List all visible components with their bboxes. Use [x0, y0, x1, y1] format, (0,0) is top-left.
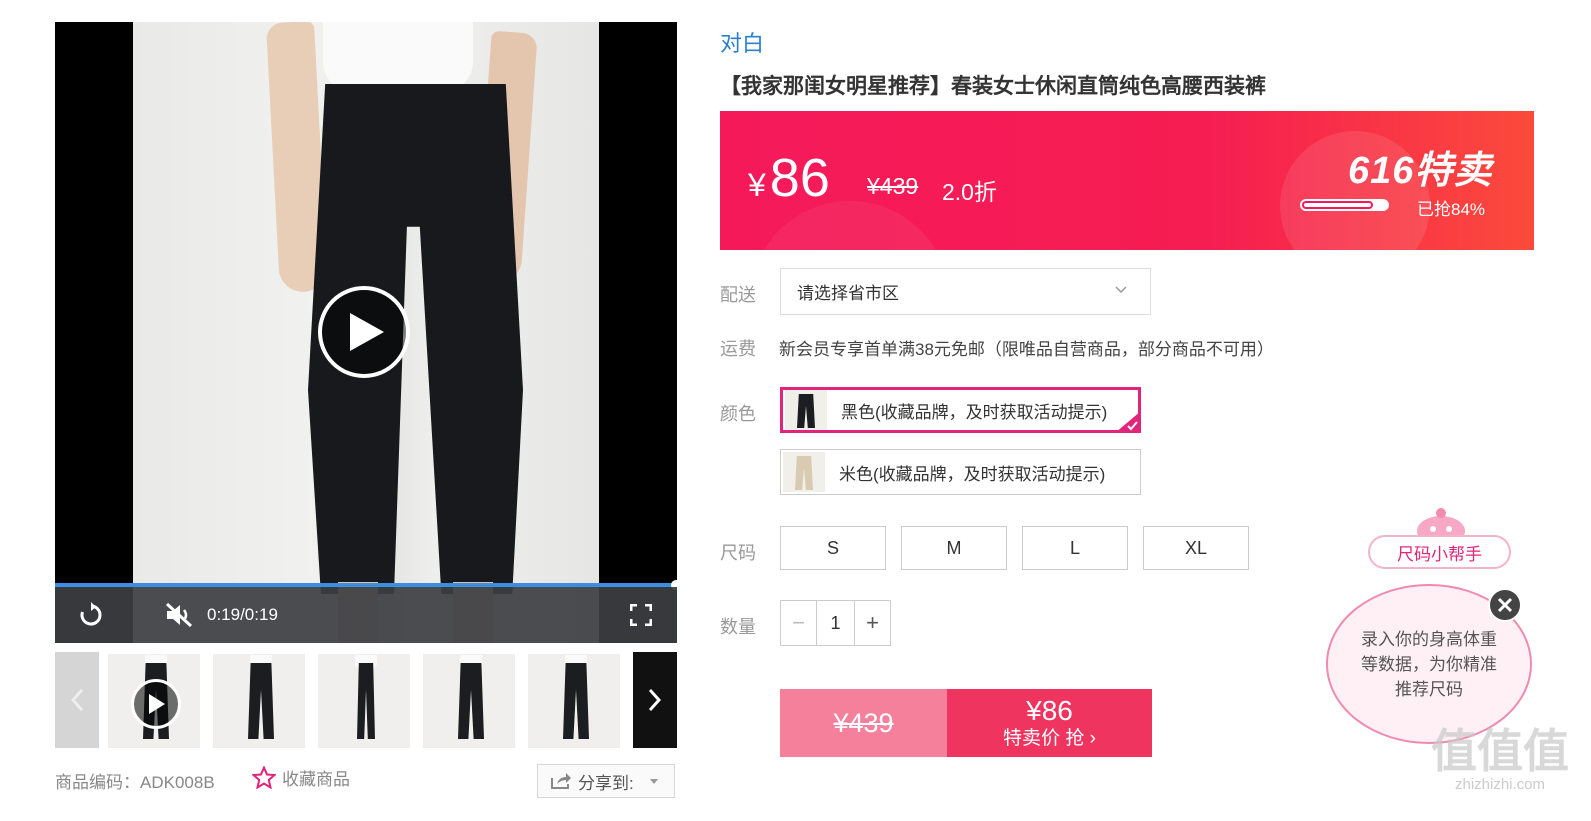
freight-text: 新会员专享首单满38元免邮（限唯品自营商品，部分商品不可用） [779, 340, 1274, 359]
thumbnail-play-icon [131, 679, 181, 729]
close-icon[interactable] [1488, 588, 1522, 622]
buy-action: ¥86 特卖价 抢 › [947, 689, 1152, 757]
share-icon [551, 773, 571, 789]
quantity-stepper: − 1 + [780, 600, 891, 646]
play-button[interactable] [318, 286, 410, 378]
video-time: 0:19/0:19 [207, 605, 278, 624]
size-helper-message: 录入你的身高体重等数据，为你精准推荐尺码 [1361, 629, 1497, 699]
buy-price: ¥86 [1026, 695, 1073, 726]
model-shirt [323, 22, 473, 92]
promo-logo: 616特卖 [1348, 150, 1493, 192]
quantity-decrease-button[interactable]: − [781, 601, 816, 645]
thumbnail-image[interactable] [213, 654, 305, 748]
favorite-label: 收藏商品 [282, 770, 350, 789]
thumb-figure [563, 663, 589, 739]
thumbnail-next-button[interactable] [633, 652, 677, 748]
color-option-beige[interactable]: 米色(收藏品牌，及时获取活动提示) [780, 449, 1141, 495]
thumb-figure [248, 663, 274, 739]
buy-action-label: 特卖价 抢 › [1003, 728, 1096, 749]
color-swatch [785, 390, 827, 430]
sku-code: 商品编码：ADK008B [55, 773, 215, 792]
color-label: 颜色 [720, 404, 756, 424]
sold-percent: 已抢84% [1417, 200, 1486, 219]
size-helper-button[interactable]: 尺码小帮手 [1368, 535, 1511, 569]
thumbnail-image[interactable] [318, 654, 410, 748]
sold-progress-bar [1300, 199, 1389, 211]
thumb-figure [357, 663, 375, 739]
freight-label: 运费 [720, 339, 756, 359]
swatch-pants [797, 394, 815, 428]
mute-icon[interactable] [161, 597, 197, 633]
current-price-value: 86 [769, 148, 830, 208]
star-icon [252, 766, 276, 789]
delivery-label: 配送 [720, 285, 756, 305]
discount-label: 2.0折 [942, 179, 997, 205]
share-dropdown[interactable]: 分享到: [537, 764, 675, 798]
swatch-pants [795, 456, 813, 490]
play-icon [350, 313, 384, 351]
favorite-button[interactable]: 收藏商品 [252, 765, 350, 790]
thumbnail-image[interactable] [423, 654, 515, 748]
region-select[interactable]: 请选择省市区 [780, 268, 1151, 315]
current-price: ¥ 86 [748, 147, 830, 209]
thumb-figure [458, 663, 484, 739]
product-title: 【我家那闺女明星推荐】春装女士休闲直筒纯色高腰西装裤 [720, 75, 1266, 98]
site-watermark: 值值值 zhizhizhi.com [1420, 726, 1580, 793]
buy-original-price: ¥439 [780, 689, 947, 757]
chevron-left-icon [70, 688, 84, 712]
thumbnail-prev-button[interactable] [55, 652, 99, 748]
watermark-logo: 值值值 [1431, 725, 1569, 777]
chevron-down-icon [1115, 286, 1127, 294]
color-option-label: 黑色(收藏品牌，及时获取活动提示) [841, 402, 1108, 422]
fullscreen-icon[interactable] [623, 597, 659, 633]
color-option-label: 米色(收藏品牌，及时获取活动提示) [839, 464, 1106, 484]
region-select-value: 请选择省市区 [797, 284, 899, 303]
original-price: ¥439 [867, 173, 919, 199]
brand-link[interactable]: 对白 [720, 26, 764, 58]
sold-progress-fill [1302, 201, 1374, 209]
thumbnail-video[interactable] [108, 654, 200, 748]
price-banner: ¥ 86 ¥439 2.0折 616特卖 已抢84% [720, 111, 1534, 250]
watermark-url: zhizhizhi.com [1454, 776, 1546, 793]
size-option-xl[interactable]: XL [1143, 526, 1249, 570]
chevron-right-icon [648, 688, 662, 712]
thumbnail-image[interactable] [528, 654, 620, 748]
quantity-input[interactable]: 1 [816, 601, 855, 645]
size-option-m[interactable]: M [901, 526, 1007, 570]
size-label: 尺码 [720, 543, 756, 563]
currency-symbol: ¥ [748, 167, 766, 203]
color-option-black[interactable]: 黑色(收藏品牌，及时获取活动提示) [780, 387, 1141, 433]
size-option-s[interactable]: S [780, 526, 886, 570]
thumbnail-strip [55, 652, 677, 748]
selected-check-icon [1115, 411, 1141, 433]
quantity-increase-button[interactable]: + [855, 601, 890, 645]
color-swatch [783, 452, 825, 492]
buy-now-button[interactable]: ¥439 ¥86 特卖价 抢 › [780, 689, 1152, 757]
replay-icon[interactable] [73, 597, 109, 633]
size-option-l[interactable]: L [1022, 526, 1128, 570]
caret-down-icon [649, 778, 658, 784]
share-label: 分享到: [578, 773, 634, 793]
product-video-player[interactable]: 0:19/0:19 [55, 22, 677, 643]
video-controls: 0:19/0:19 [55, 587, 677, 643]
quantity-label: 数量 [720, 617, 756, 637]
